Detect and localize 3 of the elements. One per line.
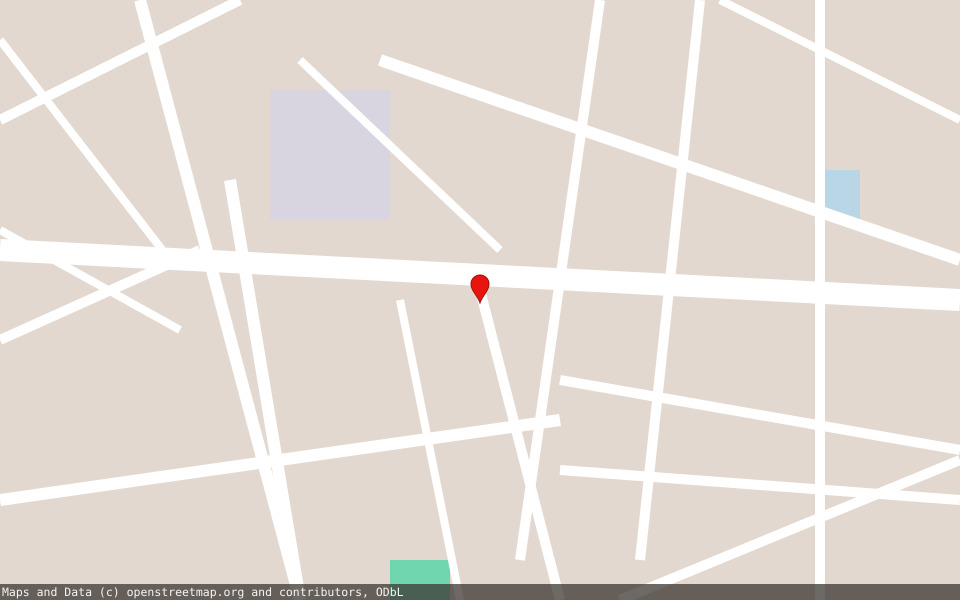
map-view[interactable]: Maps and Data (c) openstreetmap.org and contributors, ODbL	[0, 0, 960, 600]
map-attribution: Maps and Data (c) openstreetmap.org and contributors, ODbL	[0, 584, 960, 600]
map-pin-icon[interactable]	[470, 274, 490, 304]
